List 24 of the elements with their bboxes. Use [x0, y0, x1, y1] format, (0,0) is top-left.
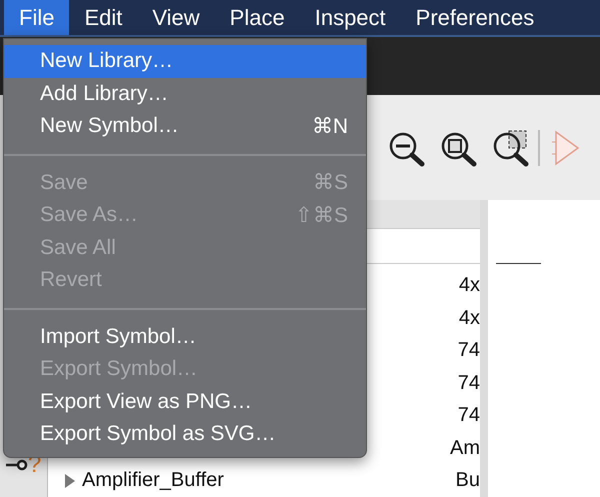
table-cell-text: 4x: [458, 274, 480, 298]
table-cell-text: Bu: [454, 469, 480, 492]
zoom-area-icon[interactable]: [492, 128, 530, 166]
menu-bar-item[interactable]: Inspect: [300, 0, 401, 35]
menu-bar-item[interactable]: File: [4, 0, 70, 35]
expand-icon[interactable]: [64, 474, 76, 488]
menu-item[interactable]: Import Symbol…: [4, 320, 366, 353]
library-name[interactable]: Amplifier_Buffer: [82, 469, 224, 492]
table-cell-text: 4x: [458, 306, 480, 330]
table-cell-text: 74: [456, 372, 480, 395]
menu-bar-item[interactable]: Place: [214, 0, 300, 35]
pin-icon[interactable]: [6, 458, 28, 472]
menu-bar-item[interactable]: Preferences: [400, 0, 550, 35]
table-cell-text: Am: [449, 436, 480, 460]
menu-item[interactable]: Add Library…: [4, 78, 366, 110]
menu-item[interactable]: New Symbol… ⌘N: [4, 110, 366, 142]
menu-item[interactable]: Export View as PNG…: [4, 386, 366, 418]
menu-item[interactable]: New Library…: [4, 45, 366, 78]
wire-line: [496, 263, 541, 264]
menu-item[interactable]: Export Symbol as SVG…: [4, 418, 366, 450]
menu-bar-item[interactable]: Edit: [69, 0, 138, 35]
table-cell-text: 74: [456, 404, 480, 428]
menu-bar-item[interactable]: View: [137, 0, 215, 35]
table-cell-text: 74: [456, 339, 480, 362]
